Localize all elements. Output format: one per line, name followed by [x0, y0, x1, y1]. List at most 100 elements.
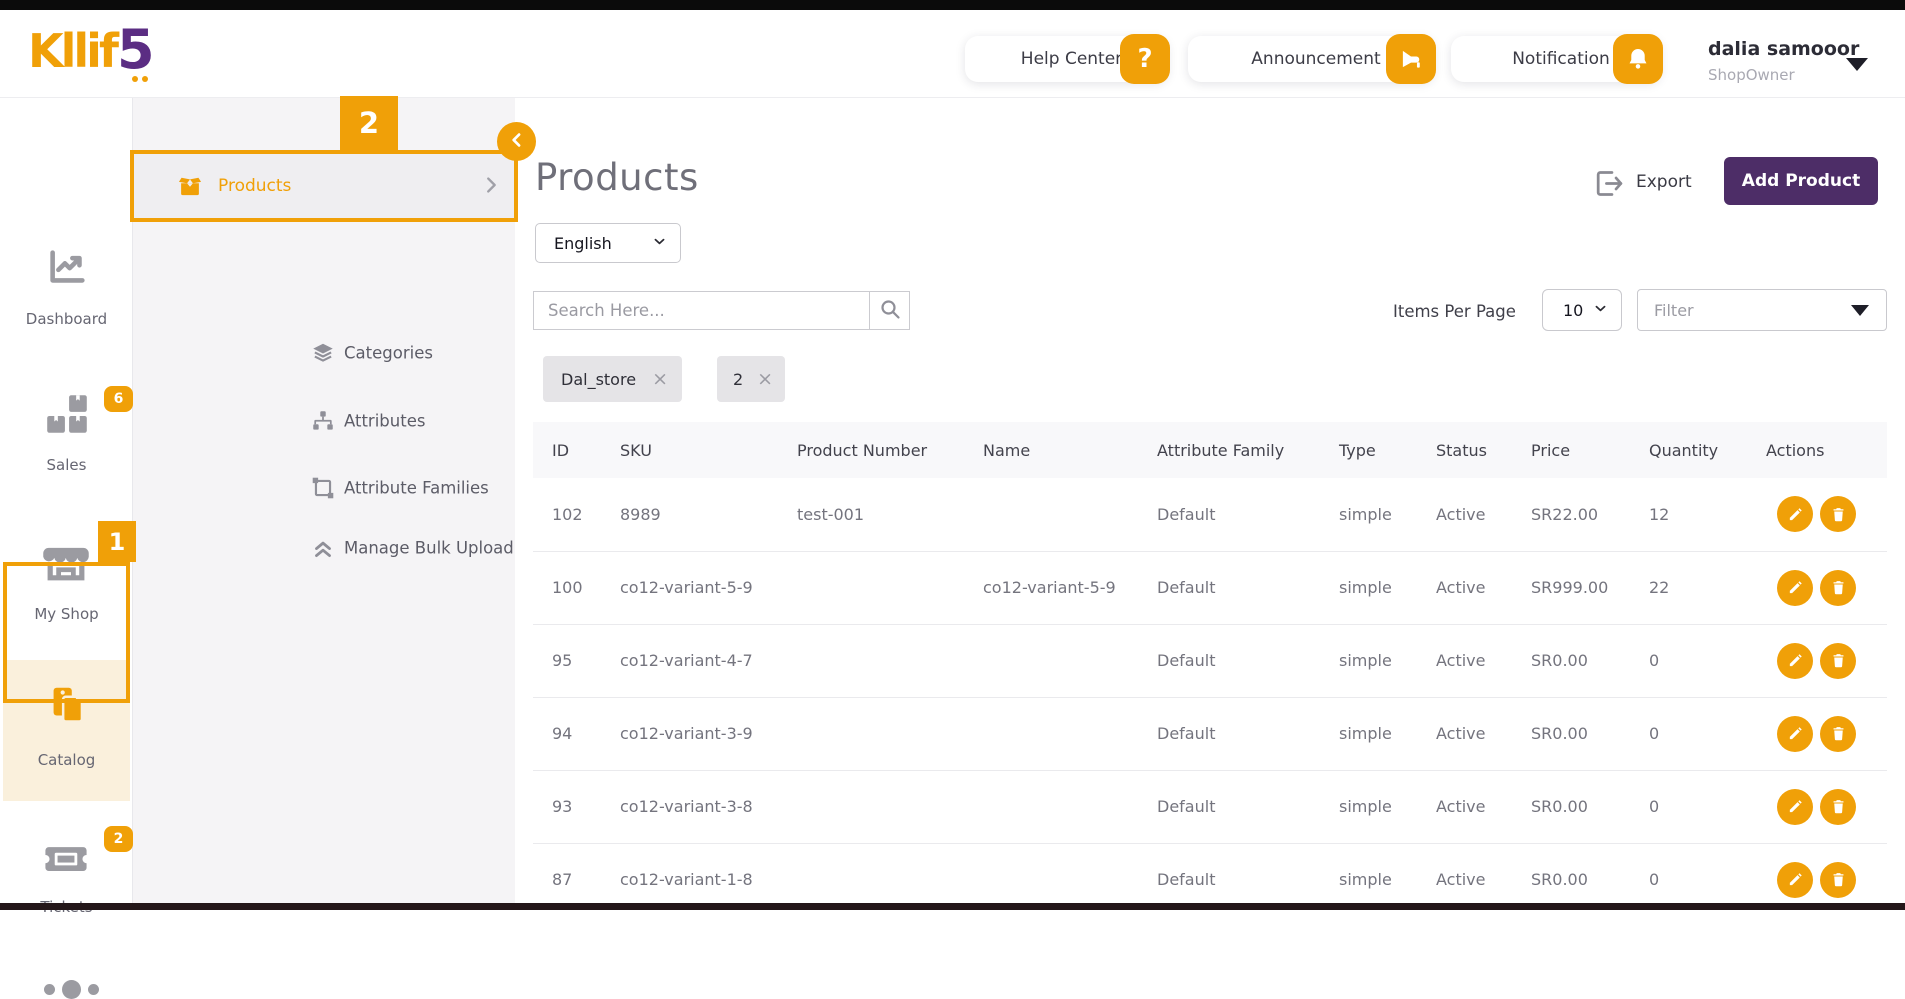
question-mark-icon: ?	[1120, 34, 1170, 84]
cell-id: 93	[552, 797, 573, 816]
cell-quantity: 0	[1649, 797, 1660, 816]
table-header-row: ID SKU Product Number Name Attribute Fam…	[533, 422, 1887, 478]
cell-id: 102	[552, 504, 583, 524]
user-menu-caret-icon[interactable]	[1846, 58, 1868, 71]
announcement-button[interactable]: Announcement	[1188, 34, 1436, 84]
close-icon[interactable]: ×	[652, 369, 668, 389]
cell-id: 100	[552, 578, 583, 597]
cell-name	[983, 697, 1157, 770]
chevron-down-icon	[1593, 301, 1608, 320]
app-logo[interactable]: Kllif 5	[28, 18, 155, 81]
delete-button[interactable]	[1820, 496, 1856, 533]
chip-label: 2	[733, 369, 744, 389]
menu-label-attributes: Attributes	[344, 411, 426, 431]
angles-up-icon	[310, 535, 332, 561]
edit-button[interactable]	[1777, 715, 1813, 752]
menu-item-products[interactable]: Products	[134, 150, 515, 222]
filter-chip-2[interactable]: 2 ×	[717, 356, 785, 402]
table-row: 93 co12-variant-3-8 Default simple Activ…	[533, 770, 1887, 843]
chevron-left-icon	[507, 130, 527, 154]
cell-product-number	[797, 551, 983, 624]
logo-suffix: 5	[116, 18, 155, 81]
table-row: 100 co12-variant-5-9 co12-variant-5-9 De…	[533, 551, 1887, 624]
cell-id: 94	[552, 724, 573, 743]
filter-chip-dal-store[interactable]: Dal_store ×	[543, 356, 682, 402]
language-value: English	[554, 233, 612, 253]
cell-quantity: 22	[1649, 578, 1670, 597]
items-per-page-label: Items Per Page	[1393, 302, 1516, 321]
caret-down-icon	[1851, 304, 1869, 316]
cell-sku: co12-variant-4-7	[620, 651, 753, 670]
annotation-mark-1-label: 1	[98, 521, 136, 562]
chevron-right-icon	[480, 174, 502, 200]
collapse-sidebar-button[interactable]	[497, 122, 536, 161]
sidebar-item-sales[interactable]	[42, 390, 92, 440]
user-role: ShopOwner	[1708, 66, 1795, 84]
search-input[interactable]	[533, 291, 870, 330]
user-name[interactable]: dalia samooor	[1708, 38, 1859, 60]
menu-label-manage-bulk-upload: Manage Bulk Upload	[344, 538, 514, 558]
cell-name: co12-variant-5-9	[983, 578, 1116, 597]
search-button[interactable]	[869, 291, 910, 330]
edit-button[interactable]	[1777, 496, 1813, 533]
delete-button[interactable]	[1820, 715, 1856, 752]
export-button[interactable]: Export	[1636, 172, 1692, 192]
cell-status: Active	[1436, 578, 1486, 597]
edit-button[interactable]	[1777, 569, 1813, 606]
cell-attribute-family: Default	[1157, 504, 1216, 524]
table-row: 94 co12-variant-3-9 Default simple Activ…	[533, 697, 1887, 770]
cell-sku: co12-variant-3-8	[620, 797, 753, 816]
col-status: Status	[1436, 440, 1487, 460]
boxes-icon	[42, 395, 92, 444]
cell-price: SR0.00	[1531, 724, 1588, 743]
delete-button[interactable]	[1820, 861, 1856, 898]
col-name: Name	[983, 440, 1031, 460]
cell-quantity: 12	[1649, 504, 1670, 524]
bell-icon	[1613, 34, 1663, 84]
edit-button[interactable]	[1777, 861, 1813, 898]
col-price: Price	[1531, 440, 1571, 460]
header: Kllif 5 Help Center ? Announcement Notif…	[0, 10, 1905, 98]
edit-button[interactable]	[1777, 642, 1813, 679]
sidebar-label-sales: Sales	[46, 456, 87, 474]
cell-product-number	[797, 770, 983, 843]
bottom-dark-bar	[0, 903, 1905, 910]
sidebar-item-tickets[interactable]	[40, 832, 92, 884]
close-icon[interactable]: ×	[757, 369, 773, 389]
chart-line-icon	[44, 250, 90, 294]
sales-badge: 6	[104, 386, 133, 412]
cell-id: 95	[552, 651, 573, 670]
col-id: ID	[552, 440, 570, 460]
cell-price: SR22.00	[1531, 504, 1599, 524]
col-type: Type	[1339, 440, 1376, 460]
add-product-button[interactable]: Add Product	[1724, 157, 1878, 205]
filter-dropdown[interactable]: Filter	[1637, 289, 1887, 331]
add-product-label: Add Product	[1741, 171, 1861, 191]
delete-button[interactable]	[1820, 788, 1856, 825]
delete-button[interactable]	[1820, 569, 1856, 606]
language-select[interactable]: English	[535, 223, 681, 263]
sidebar-label-catalog: Catalog	[37, 751, 96, 769]
sidebar-item-my-shop[interactable]	[40, 536, 92, 588]
edit-button[interactable]	[1777, 788, 1813, 825]
cell-sku: co12-variant-5-9	[620, 578, 753, 597]
cell-product-number: test-001	[797, 504, 865, 524]
help-center-button[interactable]: Help Center ?	[965, 34, 1170, 84]
logo-text: Kllif	[28, 24, 119, 78]
cell-name	[983, 770, 1157, 843]
menu-label-products: Products	[218, 176, 292, 196]
cell-attribute-family: Default	[1157, 797, 1216, 816]
cell-price: SR999.00	[1531, 578, 1609, 597]
object-group-icon	[310, 475, 336, 501]
sidebar-more-dots[interactable]	[44, 980, 99, 999]
filter-placeholder: Filter	[1654, 300, 1694, 320]
col-sku: SKU	[620, 440, 652, 460]
sidebar-label-dashboard: Dashboard	[25, 310, 108, 328]
items-per-page-select[interactable]: 10	[1542, 289, 1622, 331]
cell-attribute-family: Default	[1157, 578, 1216, 597]
cell-price: SR0.00	[1531, 797, 1588, 816]
delete-button[interactable]	[1820, 642, 1856, 679]
notification-button[interactable]: Notification	[1451, 34, 1663, 84]
cell-status: Active	[1436, 504, 1486, 524]
sidebar-item-dashboard[interactable]	[44, 244, 90, 290]
